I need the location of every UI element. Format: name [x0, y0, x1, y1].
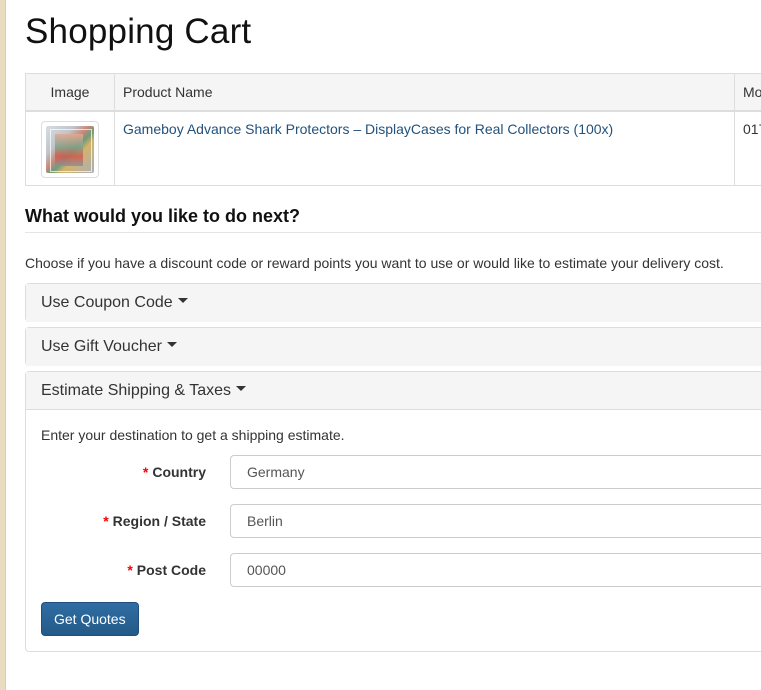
caret-down-icon [177, 298, 188, 304]
cart-table: Image Product Name Mo Gameboy Advance Sh… [25, 73, 761, 186]
page-container: Shopping Cart Image Product Name Mo Game… [5, 0, 761, 690]
next-heading: What would you like to do next? [25, 206, 300, 226]
postcode-label-text: Post Code [136, 562, 206, 578]
shipping-intro: Enter your destination to get a shipping… [41, 427, 345, 443]
shipping-panel-toggle[interactable]: Estimate Shipping & Taxes [26, 372, 761, 410]
region-select[interactable] [230, 504, 761, 538]
required-marker: * [103, 513, 109, 529]
product-image [46, 126, 94, 173]
coupon-panel: Use Coupon Code [25, 283, 761, 322]
caret-down-icon [166, 342, 177, 348]
shipping-panel-label: Estimate Shipping & Taxes [41, 382, 232, 399]
coupon-panel-label: Use Coupon Code [41, 294, 173, 311]
cell-model: 017 [743, 121, 761, 137]
get-quotes-button[interactable]: Get Quotes [41, 602, 139, 636]
shipping-panel: Estimate Shipping & Taxes Enter your des… [25, 371, 761, 652]
postcode-label: * Post Code [26, 562, 206, 578]
region-label-text: Region / State [112, 513, 206, 529]
voucher-panel: Use Gift Voucher [25, 327, 761, 366]
product-link[interactable]: Gameboy Advance Shark Protectors – Displ… [123, 121, 613, 137]
required-marker: * [127, 562, 133, 578]
cell-image [26, 112, 115, 186]
voucher-panel-label: Use Gift Voucher [41, 338, 162, 355]
required-marker: * [142, 464, 149, 480]
heading-divider [25, 232, 761, 233]
coupon-panel-toggle[interactable]: Use Coupon Code [26, 284, 761, 322]
caret-down-icon [236, 386, 247, 392]
table-row: Gameboy Advance Shark Protectors – Displ… [26, 112, 761, 186]
cart-table-header: Image Product Name Mo [26, 74, 761, 112]
shipping-panel-body: Enter your destination to get a shipping… [26, 410, 761, 652]
country-select[interactable] [230, 455, 761, 489]
next-description: Choose if you have a discount code or re… [25, 255, 724, 271]
column-header-product-name: Product Name [115, 74, 735, 110]
country-label: * Country [26, 464, 206, 480]
country-label-text: Country [152, 464, 206, 480]
page-title: Shopping Cart [25, 12, 252, 51]
cell-product-name: Gameboy Advance Shark Protectors – Displ… [115, 112, 735, 186]
product-thumbnail[interactable] [41, 121, 99, 178]
column-header-image: Image [26, 74, 115, 110]
postcode-field[interactable] [230, 553, 761, 587]
region-label: * Region / State [26, 513, 206, 529]
column-header-model: Mo [743, 84, 761, 100]
voucher-panel-toggle[interactable]: Use Gift Voucher [26, 328, 761, 366]
